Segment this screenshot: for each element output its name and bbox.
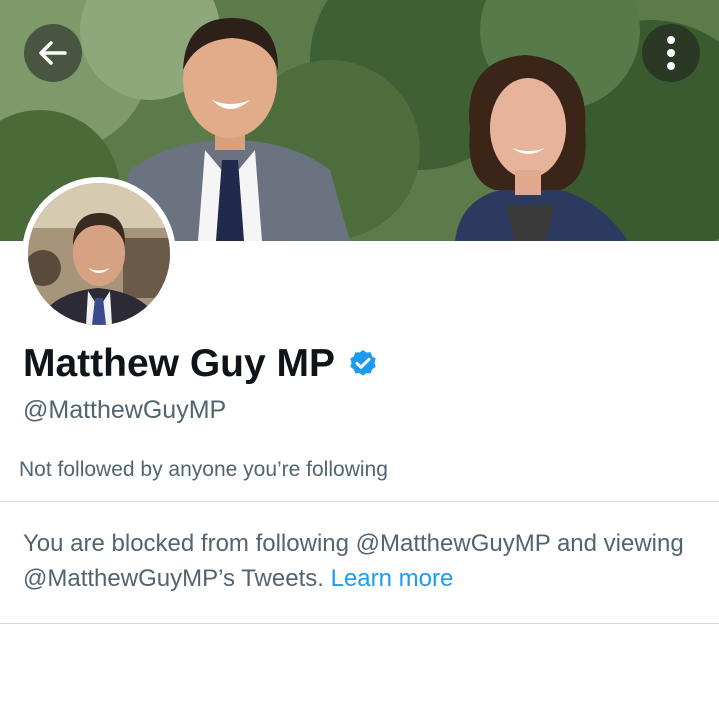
display-name-text: Matthew Guy MP: [23, 342, 336, 385]
learn-more-link[interactable]: Learn more: [331, 565, 454, 592]
back-button[interactable]: [24, 24, 82, 82]
profile-avatar[interactable]: [22, 177, 176, 331]
divider: [0, 623, 719, 624]
profile-handle: @MatthewGuyMP: [23, 396, 227, 424]
verified-badge-icon: [350, 350, 376, 376]
more-options-button[interactable]: [642, 24, 700, 82]
arrow-left-icon: [39, 41, 67, 65]
more-vertical-icon: [667, 36, 675, 70]
profile-display-name: Matthew Guy MP: [23, 342, 379, 386]
divider: [0, 501, 719, 502]
blocked-notice: You are blocked from following @MatthewG…: [23, 526, 703, 596]
avatar-photo: [28, 183, 170, 325]
followers-you-know-note: Not followed by anyone you’re following: [19, 458, 388, 481]
